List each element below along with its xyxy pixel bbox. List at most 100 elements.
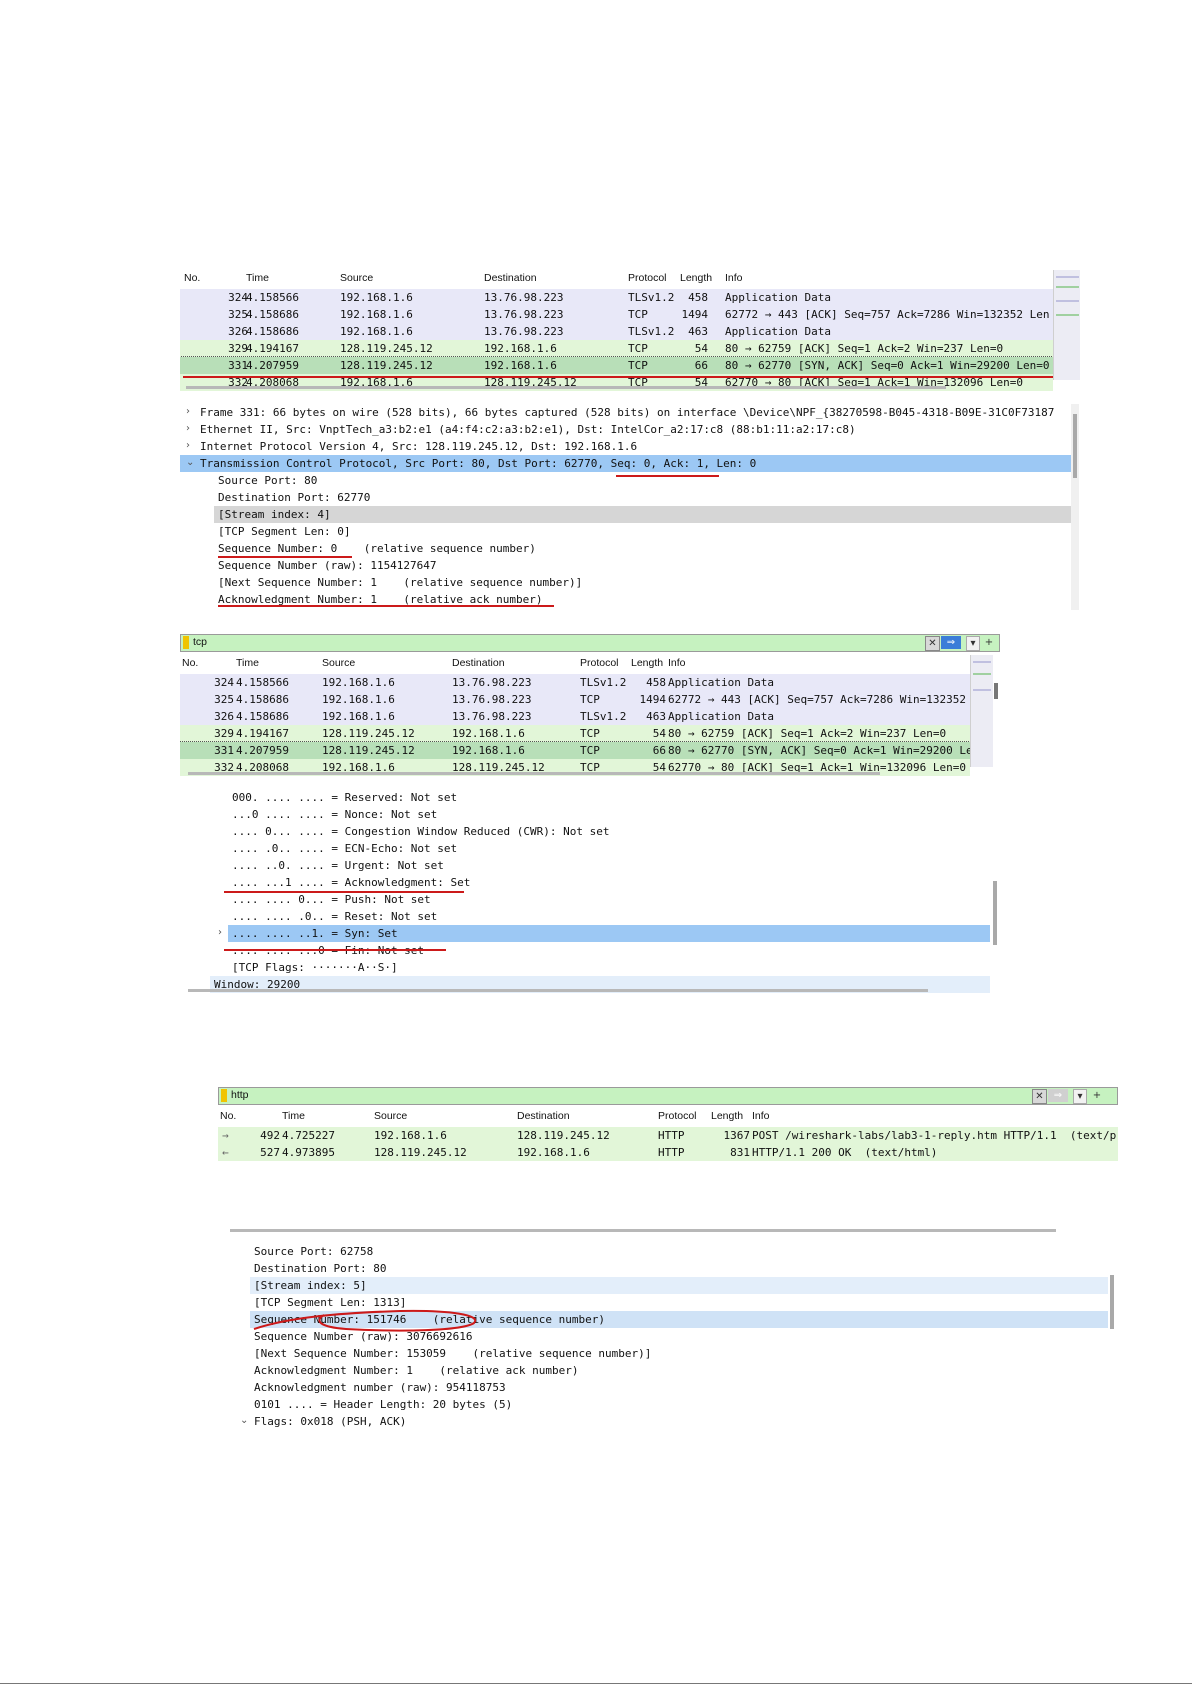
- col-no[interactable]: No.: [184, 272, 200, 284]
- packet-row[interactable]: 492 4.725227 192.168.1.6 128.119.245.12 HTTP…: [218, 1127, 1118, 1144]
- filter-dropdown-icon[interactable]: ▾: [966, 636, 980, 651]
- col-no[interactable]: No.: [182, 657, 198, 669]
- detail-line[interactable]: Sequence Number: 0 (relative sequence nu…: [218, 540, 536, 557]
- detail-line[interactable]: Acknowledgment Number: 1 (relative ack n…: [254, 1362, 579, 1379]
- vertical-scrollbar-thumb[interactable]: [994, 683, 998, 699]
- col-destination[interactable]: Destination: [452, 657, 505, 669]
- col-info[interactable]: Info: [752, 1110, 770, 1122]
- detail-line[interactable]: Destination Port: 80: [254, 1260, 386, 1277]
- detail-line[interactable]: Destination Port: 62770: [218, 489, 370, 506]
- horizontal-scrollbar[interactable]: [230, 1229, 1056, 1232]
- detail-line[interactable]: Sequence Number (raw): 1154127647: [218, 557, 437, 574]
- packet-destination: 13.76.98.223: [452, 676, 532, 689]
- col-destination[interactable]: Destination: [517, 1110, 570, 1122]
- packet-list-header: No. Time Source Destination Protocol Len…: [218, 1108, 1118, 1126]
- packet-minimap[interactable]: [970, 655, 993, 767]
- packet-row[interactable]: 326 4.158686 192.168.1.6 13.76.98.223 TLSv1.…: [180, 708, 970, 725]
- clear-filter-icon[interactable]: ✕: [925, 636, 940, 651]
- expand-chevron-icon[interactable]: ›: [186, 406, 190, 417]
- apply-filter-icon[interactable]: ⇒: [1048, 1089, 1068, 1102]
- detail-line[interactable]: Ethernet II, Src: VnptTech_a3:b2:e1 (a4:…: [200, 421, 856, 438]
- detail-line[interactable]: 0101 .... = Header Length: 20 bytes (5): [254, 1396, 512, 1413]
- filter-input[interactable]: tcp: [193, 636, 207, 648]
- packet-row[interactable]: 331 4.207959 128.119.245.12 192.168.1.6 TCP 6…: [180, 741, 993, 760]
- filter-input[interactable]: http: [231, 1089, 249, 1101]
- col-info[interactable]: Info: [668, 657, 686, 669]
- detail-line[interactable]: .... .0.. .... = ECN-Echo: Not set: [232, 840, 457, 857]
- detail-line[interactable]: [TCP Segment Len: 0]: [218, 523, 350, 540]
- annotation-underline-seq-number: [218, 556, 352, 558]
- display-filter-bar[interactable]: tcp ✕ ⇒ ▾ +: [180, 634, 1000, 652]
- packet-row[interactable]: 324 4.158566 192.168.1.6 13.76.98.223 TLSv1.…: [180, 674, 970, 691]
- display-filter-bar[interactable]: http ✕ ⇒ ▾ +: [218, 1087, 1118, 1105]
- expand-chevron-icon[interactable]: ›: [186, 423, 190, 434]
- annotation-underline-row-331: [183, 376, 1053, 378]
- detail-line[interactable]: .... .... ..1. = Syn: Set: [232, 925, 398, 942]
- col-protocol[interactable]: Protocol: [658, 1110, 697, 1122]
- col-info[interactable]: Info: [725, 272, 743, 284]
- detail-line[interactable]: Acknowledgment number (raw): 954118753: [254, 1379, 506, 1396]
- horizontal-scrollbar[interactable]: [186, 386, 946, 389]
- detail-line[interactable]: Source Port: 80: [218, 472, 317, 489]
- col-length[interactable]: Length: [631, 657, 663, 669]
- detail-line[interactable]: .... 0... .... = Congestion Window Reduc…: [232, 823, 610, 840]
- packet-row[interactable]: 527 4.973895 128.119.245.12 192.168.1.6 HTTP…: [218, 1144, 1118, 1161]
- packet-protocol: HTTP: [658, 1129, 685, 1142]
- detail-line[interactable]: .... ..0. .... = Urgent: Not set: [232, 857, 444, 874]
- detail-line[interactable]: Source Port: 62758: [254, 1243, 373, 1260]
- detail-line[interactable]: [Next Sequence Number: 153059 (relative …: [254, 1345, 651, 1362]
- detail-line[interactable]: Internet Protocol Version 4, Src: 128.11…: [200, 438, 637, 455]
- add-filter-button-icon[interactable]: +: [983, 636, 995, 649]
- collapse-chevron-icon[interactable]: ⌄: [240, 1415, 248, 1426]
- col-source[interactable]: Source: [340, 272, 373, 284]
- detail-line[interactable]: 000. .... .... = Reserved: Not set: [232, 789, 457, 806]
- col-length[interactable]: Length: [711, 1110, 743, 1122]
- add-filter-button-icon[interactable]: +: [1091, 1089, 1103, 1102]
- details-scrollbar-thumb[interactable]: [1110, 1275, 1114, 1329]
- packet-destination: 192.168.1.6: [452, 744, 525, 757]
- collapse-chevron-icon[interactable]: ⌄: [186, 457, 194, 468]
- detail-line[interactable]: [Stream index: 5]: [254, 1277, 367, 1294]
- packet-row[interactable]: 329 4.194167 128.119.245.12 192.168.1.6 TCP 5…: [180, 725, 970, 742]
- detail-line[interactable]: Transmission Control Protocol, Src Port:…: [200, 455, 756, 472]
- bookmark-icon[interactable]: [183, 636, 189, 649]
- filter-dropdown-icon[interactable]: ▾: [1073, 1089, 1087, 1104]
- col-no[interactable]: No.: [220, 1110, 236, 1122]
- col-time[interactable]: Time: [282, 1110, 305, 1122]
- detail-line[interactable]: ...0 .... .... = Nonce: Not set: [232, 806, 437, 823]
- apply-filter-icon[interactable]: ⇒: [941, 636, 961, 649]
- bookmark-icon[interactable]: [221, 1089, 227, 1102]
- details-horizontal-scrollbar[interactable]: [188, 989, 928, 992]
- packet-minimap[interactable]: [1053, 270, 1080, 380]
- col-time[interactable]: Time: [246, 272, 269, 284]
- detail-line[interactable]: Frame 331: 66 bytes on wire (528 bits), …: [200, 404, 1054, 421]
- packet-row[interactable]: 331 4.207959 128.119.245.12 192.168.1.6 TCP 6…: [180, 356, 1054, 375]
- horizontal-scrollbar[interactable]: [188, 772, 880, 775]
- details-scrollbar-thumb[interactable]: [1073, 414, 1077, 478]
- packet-row[interactable]: 329 4.194167 128.119.245.12 192.168.1.6 TCP 5…: [180, 340, 1053, 357]
- detail-line[interactable]: [TCP Flags: ·······A··S·]: [232, 959, 398, 976]
- packet-row[interactable]: 325 4.158686 192.168.1.6 13.76.98.223 TCP 149…: [180, 306, 1053, 323]
- col-source[interactable]: Source: [322, 657, 355, 669]
- packet-row[interactable]: 325 4.158686 192.168.1.6 13.76.98.223 TCP 149…: [180, 691, 993, 708]
- col-length[interactable]: Length: [680, 272, 712, 284]
- packet-length: 54: [694, 342, 708, 355]
- col-source[interactable]: Source: [374, 1110, 407, 1122]
- packet-list-header: No. Time Source Destination Protocol Len…: [180, 655, 998, 673]
- col-time[interactable]: Time: [236, 657, 259, 669]
- detail-line[interactable]: .... .... .0.. = Reset: Not set: [232, 908, 437, 925]
- detail-line[interactable]: Flags: 0x018 (PSH, ACK): [254, 1413, 406, 1427]
- details-scrollbar-thumb[interactable]: [993, 881, 997, 945]
- packet-row[interactable]: 326 4.158686 192.168.1.6 13.76.98.223 TLSv1.…: [180, 323, 1053, 340]
- packet-row[interactable]: 324 4.158566 192.168.1.6 13.76.98.223 TLSv1.…: [180, 289, 1053, 306]
- expand-chevron-icon[interactable]: ›: [218, 927, 222, 938]
- detail-line[interactable]: [Next Sequence Number: 1 (relative seque…: [218, 574, 582, 591]
- detail-line[interactable]: .... ...1 .... = Acknowledgment: Set: [232, 874, 470, 891]
- col-protocol[interactable]: Protocol: [580, 657, 619, 669]
- detail-line[interactable]: .... .... 0... = Push: Not set: [232, 891, 431, 908]
- expand-chevron-icon[interactable]: ›: [186, 440, 190, 451]
- col-destination[interactable]: Destination: [484, 272, 537, 284]
- col-protocol[interactable]: Protocol: [628, 272, 667, 284]
- clear-filter-icon[interactable]: ✕: [1032, 1089, 1047, 1104]
- detail-line[interactable]: [Stream index: 4]: [218, 506, 331, 523]
